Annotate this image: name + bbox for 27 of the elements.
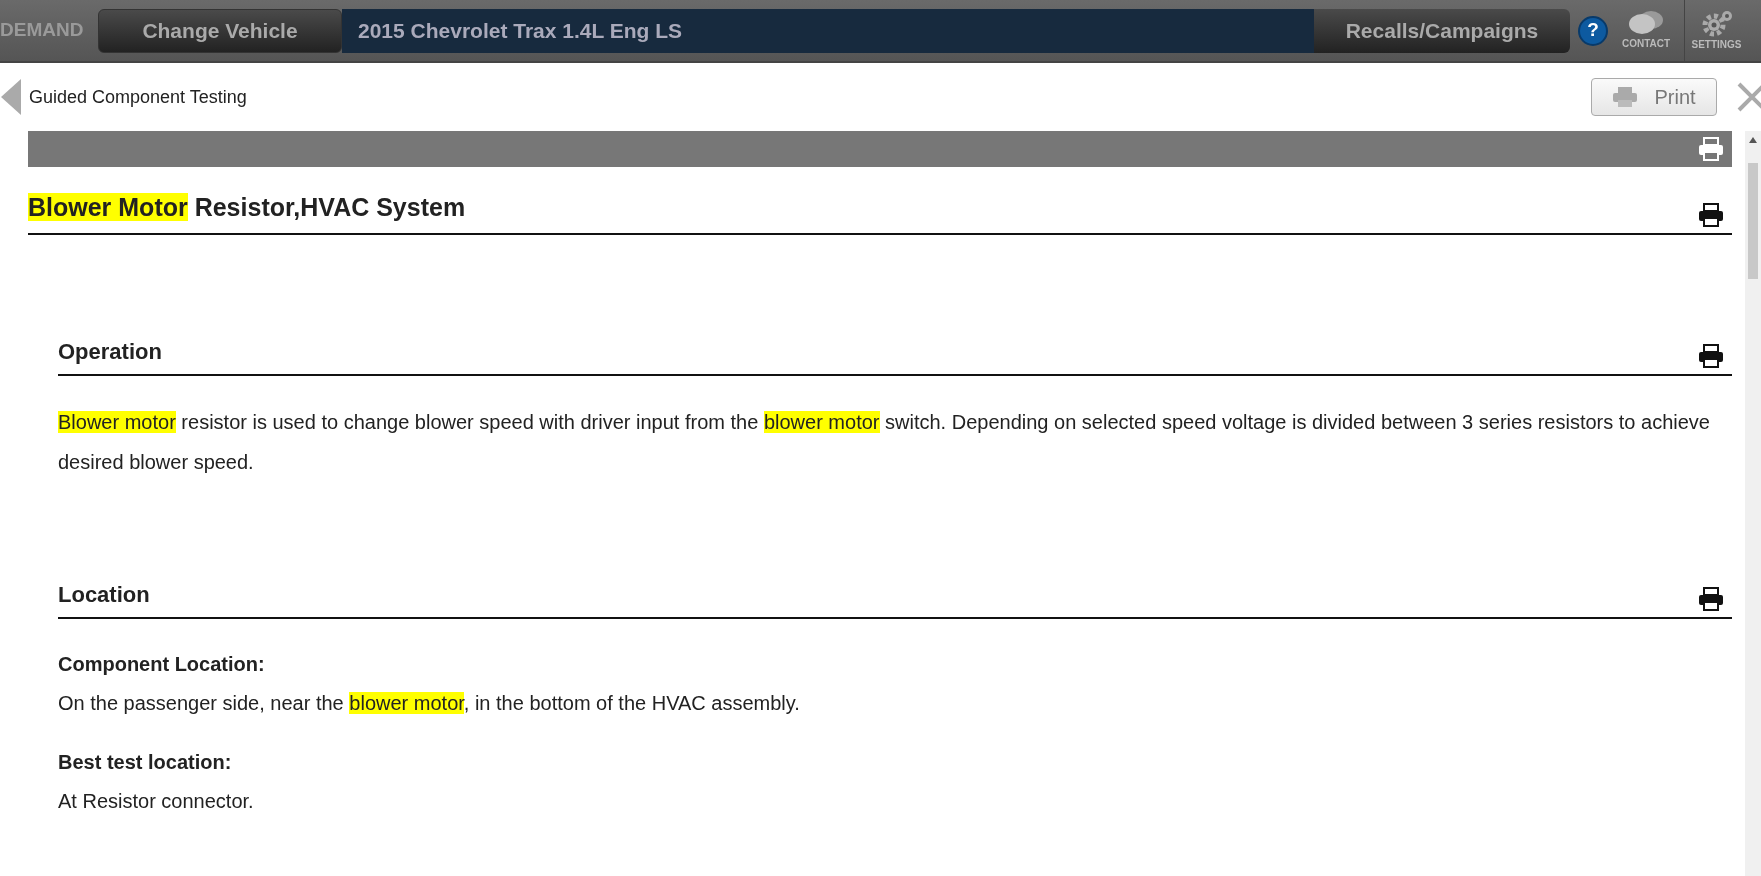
print-icon[interactable]	[1698, 586, 1724, 611]
section-heading: Location	[58, 580, 150, 609]
scrollbar-thumb[interactable]	[1748, 163, 1758, 279]
field-label: Component Location:	[58, 651, 266, 677]
document-title: Blower Motor Resistor,HVAC System	[28, 192, 466, 223]
body-paragraph: Blower motor resistor is used to change blower speed with driver input from the blower motor switch. Depending on selected speed voltage is divided between 3 series resistors to achieve desired blower speed.	[58, 409, 1711, 475]
brand-text: DEMAND	[0, 18, 85, 43]
change-vehicle-button[interactable]: Change Vehicle	[98, 8, 342, 53]
settings-label: SETTINGS	[1691, 38, 1742, 52]
printer-icon	[1612, 86, 1639, 108]
help-button[interactable]: ?	[1578, 15, 1608, 46]
field-label: Best test location:	[58, 749, 233, 775]
body-paragraph: At Resistor connector.	[58, 788, 255, 814]
close-icon[interactable]	[1737, 82, 1761, 112]
section-heading: Operation	[58, 337, 162, 366]
recalls-button[interactable]: Recalls/Campaigns	[1314, 8, 1570, 53]
back-arrow-icon[interactable]	[1, 79, 21, 115]
breadcrumb-text[interactable]: Guided Component Testing	[29, 83, 247, 111]
print-icon[interactable]	[1698, 343, 1724, 368]
scrollbar[interactable]	[1745, 131, 1761, 876]
contact-label: CONTACT	[1621, 37, 1671, 51]
chat-bubbles-icon[interactable]	[1628, 10, 1664, 36]
vehicle-field: 2015 Chevrolet Trax 1.4L Eng LS	[342, 8, 1314, 53]
print-button[interactable]: Print	[1591, 78, 1717, 116]
body-paragraph: On the passenger side, near the blower motor, in the bottom of the HVAC assembly.	[58, 690, 801, 716]
scroll-up-arrow-icon[interactable]	[1749, 137, 1757, 143]
print-icon[interactable]	[1698, 202, 1724, 227]
